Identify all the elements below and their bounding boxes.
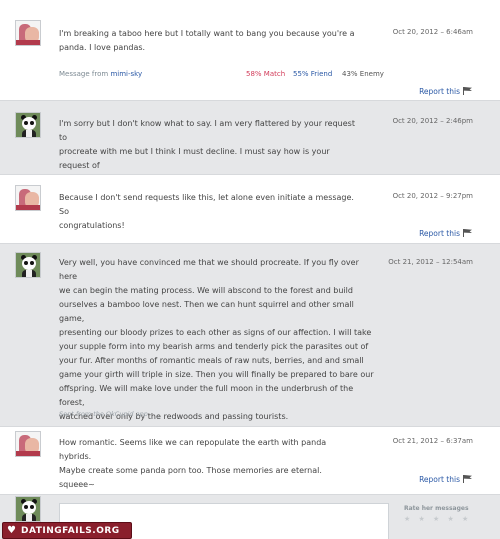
datingfails-watermark: ♥ DATINGFAILS.ORG — [2, 522, 132, 539]
message-thread: I'm breaking a taboo here but I totally … — [0, 0, 500, 539]
message-row: I'm breaking a taboo here but I totally … — [0, 0, 500, 100]
report-label: Report this — [419, 87, 460, 96]
avatar[interactable] — [15, 20, 41, 46]
friend-percent: 55% Friend — [293, 70, 333, 78]
match-percent: 58% Match — [246, 70, 286, 78]
message-body: I'm breaking a taboo here but I totally … — [59, 29, 355, 52]
report-link[interactable]: Report this — [419, 475, 473, 484]
flag-icon — [463, 87, 473, 95]
message-body: Because I don't send requests like this,… — [59, 193, 354, 230]
flag-icon — [463, 475, 473, 483]
flag-icon — [463, 229, 473, 237]
message-date: Oct 20, 2012 – 9:27pm — [392, 192, 473, 200]
avatar[interactable] — [15, 431, 41, 457]
avatar[interactable] — [15, 252, 41, 278]
report-label: Report this — [419, 229, 460, 238]
heart-icon: ♥ — [7, 525, 16, 536]
sent-from-app: Sent from the OkCupid app — [59, 410, 148, 418]
message-row: Because I don't send requests like this,… — [0, 174, 500, 243]
message-row: How romantic. Seems like we can repopula… — [0, 426, 500, 494]
message-body: How romantic. Seems like we can repopula… — [59, 438, 327, 489]
message-row: Very well, you have convinced me that we… — [0, 243, 500, 463]
avatar — [15, 496, 41, 522]
message-date: Oct 20, 2012 – 6:46am — [392, 28, 473, 36]
message-row: I'm sorry but I don't know what to say. … — [0, 100, 500, 184]
message-date: Oct 21, 2012 – 6:37am — [392, 437, 473, 445]
report-link[interactable]: Report this — [419, 87, 473, 96]
message-date: Oct 20, 2012 – 2:46pm — [392, 117, 473, 125]
enemy-percent: 43% Enemy — [342, 70, 384, 78]
watermark-text: DATINGFAILS.ORG — [21, 526, 120, 536]
message-date: Oct 21, 2012 – 12:54am — [388, 258, 473, 266]
message-from: Message from mimi-sky — [59, 70, 142, 78]
username-link[interactable]: mimi-sky — [110, 70, 142, 78]
from-label: Message from — [59, 70, 109, 78]
rate-messages-label: Rate her messages — [404, 505, 469, 512]
avatar[interactable] — [15, 185, 41, 211]
rating-stars[interactable]: ★ ★ ★ ★ ★ — [404, 515, 471, 523]
report-link[interactable]: Report this — [419, 229, 473, 238]
avatar[interactable] — [15, 112, 41, 138]
report-label: Report this — [419, 475, 460, 484]
